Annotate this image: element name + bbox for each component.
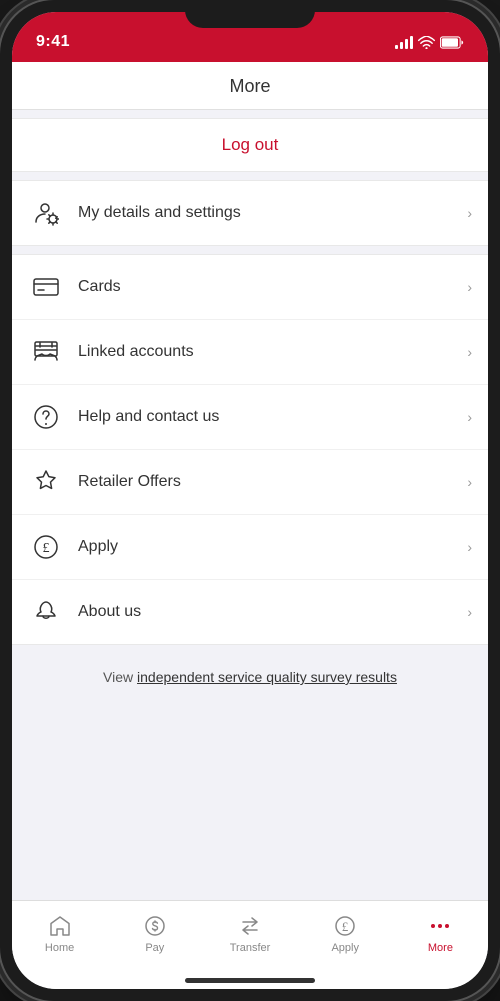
home-icon <box>47 913 73 939</box>
menu-item-help[interactable]: Help and contact us › <box>12 385 488 450</box>
signal-icon <box>395 36 413 49</box>
main-menu-section: Cards › Linked accounts <box>12 254 488 645</box>
menu-item-linked-accounts[interactable]: Linked accounts › <box>12 320 488 385</box>
screen: 9:41 <box>12 12 488 989</box>
chevron-right-icon: › <box>467 279 472 295</box>
logout-section: Log out <box>12 118 488 172</box>
menu-item-about-us[interactable]: About us › <box>12 580 488 644</box>
menu-item-my-details[interactable]: My details and settings › <box>12 181 488 245</box>
status-icons <box>395 36 464 49</box>
logout-button[interactable]: Log out <box>222 135 279 155</box>
menu-item-apply[interactable]: £ Apply › <box>12 515 488 580</box>
apply-tab-label: Apply <box>331 942 359 954</box>
survey-section: View independent service quality survey … <box>12 645 488 711</box>
menu-item-retailer-offers[interactable]: Retailer Offers › <box>12 450 488 515</box>
survey-text: View independent service quality survey … <box>103 669 397 685</box>
chevron-right-icon: › <box>467 205 472 221</box>
retailer-offers-icon <box>28 464 64 500</box>
linked-accounts-label: Linked accounts <box>78 343 467 361</box>
home-bar <box>185 978 315 983</box>
home-tab-label: Home <box>45 942 74 954</box>
content-area: More Log out <box>12 62 488 900</box>
more-tab-label: More <box>428 942 453 954</box>
chevron-right-icon: › <box>467 539 472 555</box>
pay-icon <box>142 913 168 939</box>
wifi-icon <box>418 36 435 49</box>
menu-item-cards[interactable]: Cards › <box>12 255 488 320</box>
transfer-tab-label: Transfer <box>230 942 271 954</box>
apply-tab-icon: £ <box>332 913 358 939</box>
chevron-right-icon: › <box>467 474 472 490</box>
chevron-right-icon: › <box>467 409 472 425</box>
svg-text:£: £ <box>342 919 349 934</box>
tab-apply[interactable]: £ Apply <box>298 909 393 958</box>
tab-pay[interactable]: Pay <box>107 909 202 958</box>
home-indicator <box>12 978 488 989</box>
apply-icon: £ <box>28 529 64 565</box>
retailer-offers-label: Retailer Offers <box>78 473 467 491</box>
linked-accounts-icon <box>28 334 64 370</box>
phone-frame: 9:41 <box>0 0 500 1001</box>
svg-text:£: £ <box>43 541 50 556</box>
transfer-icon <box>237 913 263 939</box>
chevron-right-icon: › <box>467 604 472 620</box>
survey-link[interactable]: independent service quality survey resul… <box>137 669 397 685</box>
help-icon <box>28 399 64 435</box>
person-settings-icon <box>28 195 64 231</box>
screen-body: More Log out <box>12 62 488 989</box>
more-tab-icon <box>427 913 453 939</box>
tab-home[interactable]: Home <box>12 909 107 958</box>
nav-header: More <box>12 62 488 110</box>
tab-bar: Home Pay <box>12 900 488 978</box>
cards-label: Cards <box>78 278 467 296</box>
status-time: 9:41 <box>36 33 70 51</box>
tab-more[interactable]: More <box>393 909 488 958</box>
apply-label: Apply <box>78 538 467 556</box>
help-label: Help and contact us <box>78 408 467 426</box>
about-us-label: About us <box>78 603 467 621</box>
cards-icon <box>28 269 64 305</box>
about-us-icon <box>28 594 64 630</box>
my-details-label: My details and settings <box>78 204 467 222</box>
more-dots-icon <box>431 924 449 928</box>
battery-icon <box>440 36 464 49</box>
page-title: More <box>229 76 270 96</box>
tab-transfer[interactable]: Transfer <box>202 909 297 958</box>
notch <box>185 0 315 28</box>
my-details-section: My details and settings › <box>12 180 488 246</box>
pay-tab-label: Pay <box>145 942 164 954</box>
chevron-right-icon: › <box>467 344 472 360</box>
